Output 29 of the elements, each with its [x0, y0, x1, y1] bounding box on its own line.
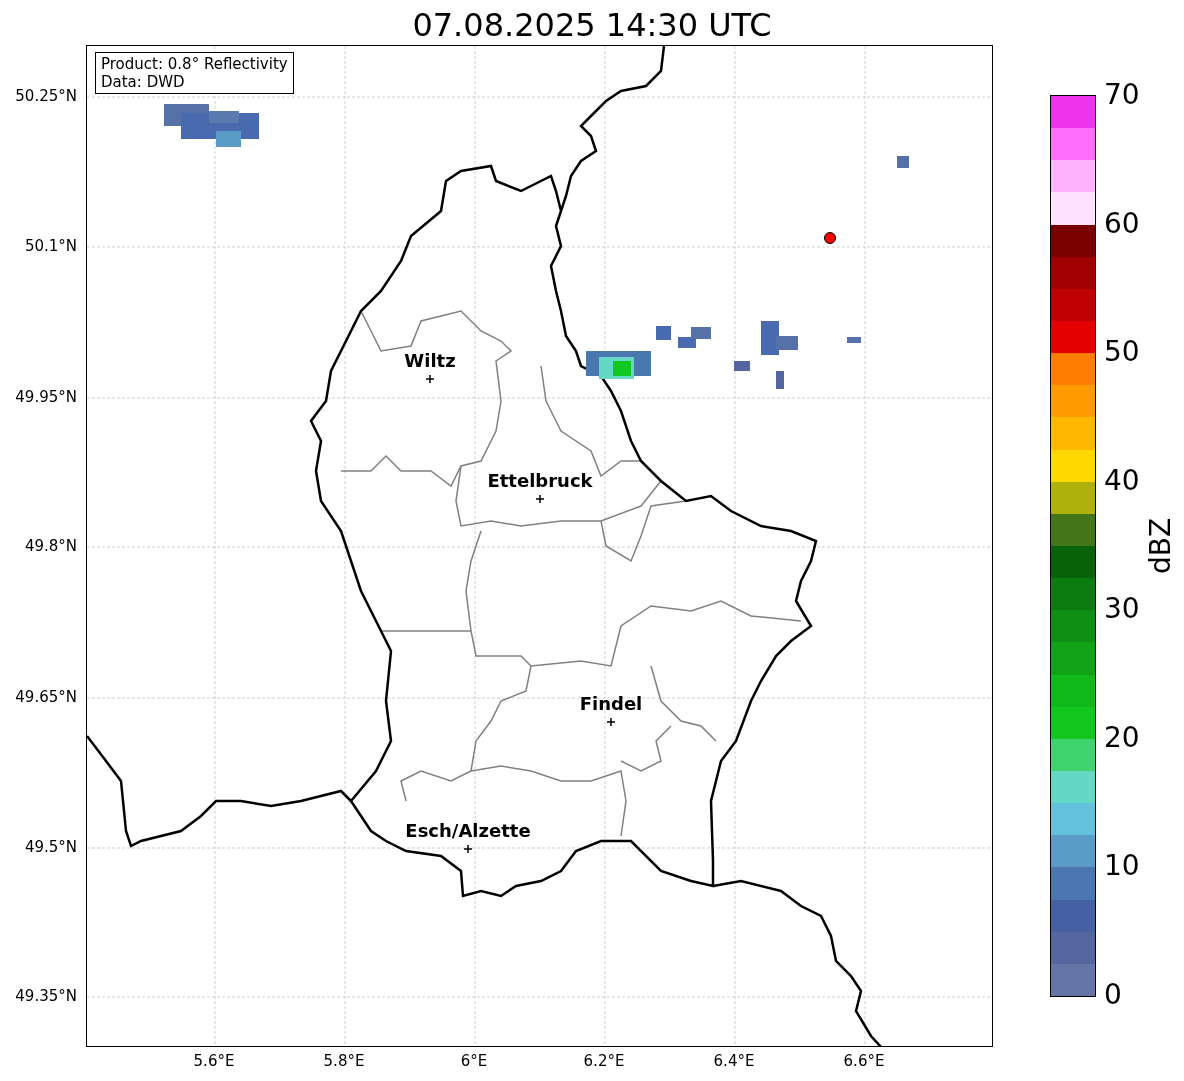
- info-text: Data: DWD: [101, 73, 186, 91]
- colorbar-tick-label: 60: [1104, 208, 1140, 239]
- longitude-label: 6.6°E: [843, 1052, 885, 1070]
- latitude-label: 50.1°N: [24, 237, 77, 255]
- city-label: Esch/Alzette: [405, 821, 531, 841]
- city-label: Findel: [579, 694, 643, 714]
- colorbar-tick-label: 30: [1104, 594, 1140, 625]
- figure-title: 07.08.2025 14:30 UTC: [412, 5, 772, 45]
- latitude-label: 49.5°N: [24, 838, 77, 856]
- city-label: Ettelbruck: [487, 471, 593, 491]
- colorbar-tick-label: 0: [1104, 980, 1122, 1010]
- city-label: Wiltz: [404, 351, 456, 371]
- info-text: Product: 0.8° Reflectivity: [101, 55, 288, 73]
- longitude-label: 6.2°E: [583, 1052, 625, 1070]
- colorbar-tick-label: 70: [1104, 80, 1140, 110]
- longitude-label: 5.6°E: [193, 1052, 235, 1070]
- latitude-label: 49.65°N: [15, 688, 77, 706]
- longitude-label: 5.8°E: [323, 1052, 365, 1070]
- latitude-label: 49.95°N: [15, 388, 77, 406]
- latitude-label: 49.8°N: [24, 537, 77, 555]
- longitude-label: 6°E: [460, 1052, 488, 1070]
- latitude-label: 49.35°N: [15, 987, 77, 1005]
- longitude-label: 6.4°E: [713, 1052, 755, 1070]
- latitude-label: 50.25°N: [15, 87, 77, 105]
- colorbar-tick-label: 50: [1104, 337, 1140, 368]
- colorbar-label: dBZ: [1146, 517, 1176, 575]
- colorbar-tick-label: 20: [1104, 722, 1140, 753]
- colorbar-tick-label: 10: [1104, 851, 1140, 882]
- colorbar-tick-label: 40: [1104, 465, 1140, 496]
